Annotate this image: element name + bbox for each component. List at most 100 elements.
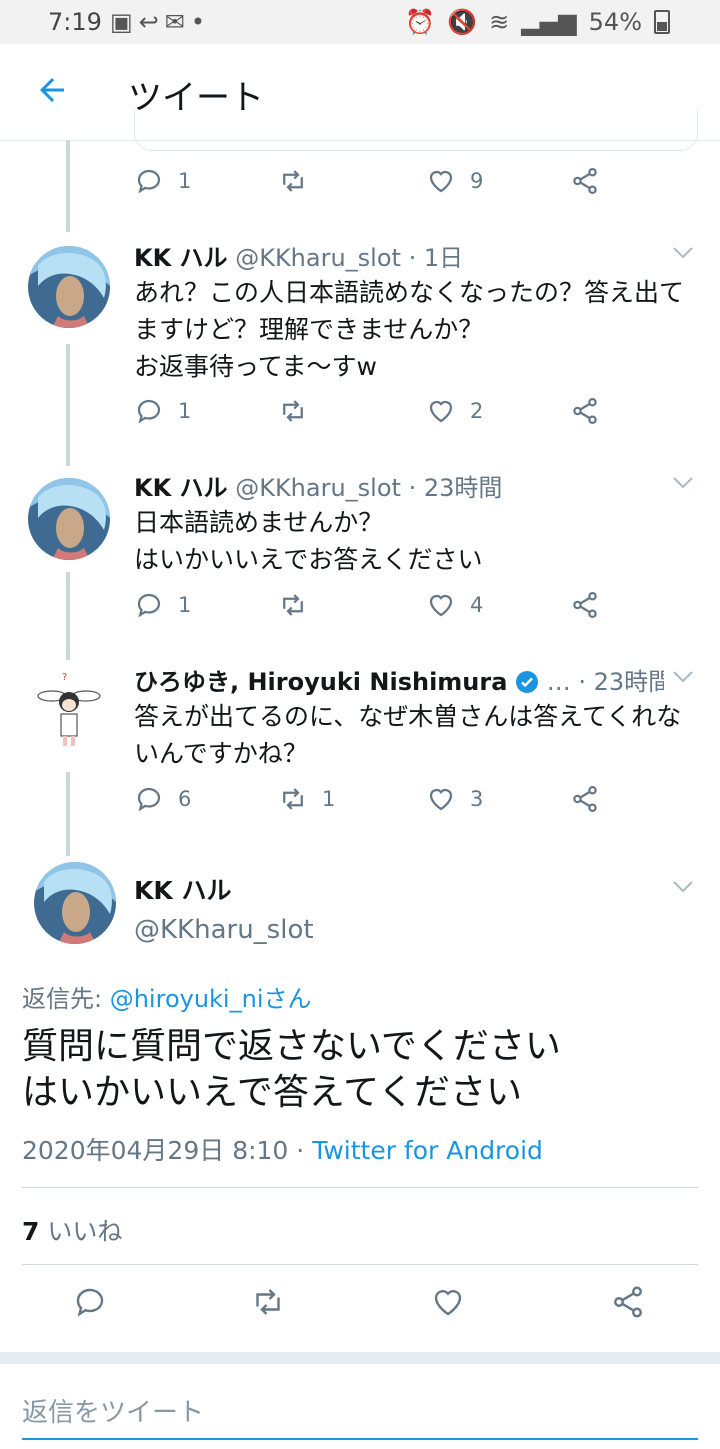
tweet-text: あれ？この人日本語読めなくなったの？答え出てますけど？理解できませんか？ お返事… [134, 278, 685, 381]
retweet-icon [283, 594, 303, 616]
verified-badge-icon [516, 671, 539, 693]
share-button[interactable] [610, 1284, 650, 1324]
tweet-header: ひろゆき, Hiroyuki Nishimura … · 23時間 [134, 662, 664, 697]
avatar[interactable] [28, 246, 110, 328]
author-handle[interactable]: … [547, 668, 571, 696]
tweet-timestamp: 2020年04月29日 8:10 · [22, 1136, 313, 1165]
chevron-down-icon[interactable] [672, 880, 694, 894]
reply-button[interactable] [72, 1284, 112, 1324]
share-button[interactable] [570, 784, 600, 814]
author-name[interactable]: KK ハル [134, 474, 228, 502]
reply-count: 1 [178, 593, 192, 617]
avatar[interactable] [28, 478, 110, 560]
reply-icon [137, 593, 161, 618]
heart-icon [429, 594, 453, 617]
reply-icon [137, 787, 161, 812]
tweet-header: KK ハル @KKharu_slot · 23時間 [134, 468, 664, 503]
author-name[interactable]: KK ハル [134, 871, 231, 907]
like-count: 9 [470, 169, 484, 193]
alarm-icon: ⏰ [405, 8, 436, 36]
battery-icon [654, 10, 670, 34]
tweet-header: KK ハル @KKharu_slot · 1日 [134, 238, 664, 273]
tweet-meta: 2020年04月29日 8:10 · Twitter for Android [22, 1131, 543, 1167]
quoted-card-bottom[interactable] [134, 110, 698, 151]
thread-line [66, 344, 70, 466]
heart-icon [429, 400, 453, 423]
thread-line [66, 140, 70, 232]
retweet-button[interactable] [250, 1284, 290, 1324]
reply-input[interactable]: 返信をツイート [22, 1392, 698, 1429]
divider [22, 1187, 698, 1188]
author-name[interactable]: ひろゆき, Hiroyuki Nishimura [134, 668, 507, 696]
reply-icon: ↩ [138, 8, 165, 36]
tweet-actions: 1 2 [134, 396, 614, 436]
share-icon [573, 168, 597, 194]
retweet-icon [283, 400, 303, 422]
retweet-button[interactable] [278, 166, 322, 196]
main-tweet-text: 質問に質問で返さないでください はいかいいえで答えてください [22, 1026, 561, 1113]
reply-count: 6 [178, 787, 192, 811]
chevron-down-icon[interactable] [672, 476, 694, 490]
tweet-text: 日本語読めませんか？ はいかいいえでお答えください [134, 508, 483, 574]
share-button[interactable] [570, 166, 600, 196]
like-button[interactable]: 2 [426, 396, 483, 426]
retweet-count: 1 [322, 787, 336, 811]
reply-button[interactable]: 1 [134, 166, 191, 196]
tweet-text: 答えが出てるのに、なぜ木曽さんは答えてくれないんですかね？ [134, 702, 682, 768]
reply-count: 1 [178, 169, 192, 193]
heart-icon [429, 170, 453, 193]
reply-to-prefix: 返信先: [22, 985, 110, 1013]
avatar-image: ? [28, 668, 110, 750]
likes-count: 7 [22, 1217, 40, 1246]
mute-icon: 🔇 [447, 8, 478, 36]
svg-text:?: ? [62, 672, 67, 683]
reply-button[interactable]: 1 [134, 590, 191, 620]
reply-button[interactable]: 1 [134, 396, 191, 426]
tweet-actions: 6 1 3 [134, 784, 614, 824]
reply-input-underline [22, 1438, 698, 1440]
avatar[interactable]: ? [28, 668, 110, 750]
heart-icon [429, 788, 453, 811]
like-button[interactable]: 4 [426, 590, 483, 620]
author-handle[interactable]: @KKharu_slot [235, 244, 401, 272]
signal-icon: ▂▄▆ [521, 8, 577, 36]
main-tweet-actions [0, 1284, 720, 1334]
like-button[interactable]: 3 [426, 784, 483, 814]
share-button[interactable] [570, 396, 600, 426]
reply-to-line: 返信先: @hiroyuki_niさん [22, 979, 311, 1014]
like-count: 2 [470, 399, 484, 423]
author-name[interactable]: KK ハル [134, 244, 228, 272]
share-button[interactable] [570, 590, 600, 620]
notification-icons: ▣↩✉• [110, 8, 211, 36]
status-time: 7:19 [48, 8, 102, 36]
like-count: 4 [470, 593, 484, 617]
likes-summary[interactable]: 7 いいね [22, 1212, 122, 1248]
share-icon [614, 1286, 642, 1318]
chevron-down-icon[interactable] [672, 670, 694, 684]
dot-icon: • [190, 8, 212, 36]
gallery-icon: ▣ [110, 8, 139, 36]
system-icons: ⏰ 🔇 ≋ ▂▄▆ 54% [405, 8, 670, 36]
reply-icon [76, 1288, 104, 1317]
section-separator [0, 1352, 720, 1364]
like-button[interactable]: 9 [426, 166, 483, 196]
retweet-icon [256, 1289, 280, 1315]
tweet-source-link[interactable]: Twitter for Android [312, 1136, 543, 1165]
retweet-button[interactable]: 1 [278, 784, 335, 814]
back-arrow-icon[interactable] [34, 72, 70, 108]
reply-to-link[interactable]: @hiroyuki_niさん [110, 985, 312, 1013]
divider [22, 1264, 698, 1265]
chevron-down-icon[interactable] [672, 246, 694, 260]
retweet-button[interactable] [278, 590, 322, 620]
reply-button[interactable]: 6 [134, 784, 191, 814]
share-icon [573, 592, 597, 618]
like-button[interactable] [430, 1284, 470, 1324]
avatar[interactable] [34, 862, 116, 944]
tweet-time: · 23時間 [578, 668, 664, 696]
mail-icon: ✉ [164, 8, 191, 36]
retweet-button[interactable] [278, 396, 322, 426]
author-handle[interactable]: @KKharu_slot [235, 474, 401, 502]
author-handle[interactable]: @KKharu_slot [134, 915, 314, 945]
tweet-actions: 1 9 [134, 166, 614, 206]
tweet-time: · 1日 [408, 244, 464, 272]
